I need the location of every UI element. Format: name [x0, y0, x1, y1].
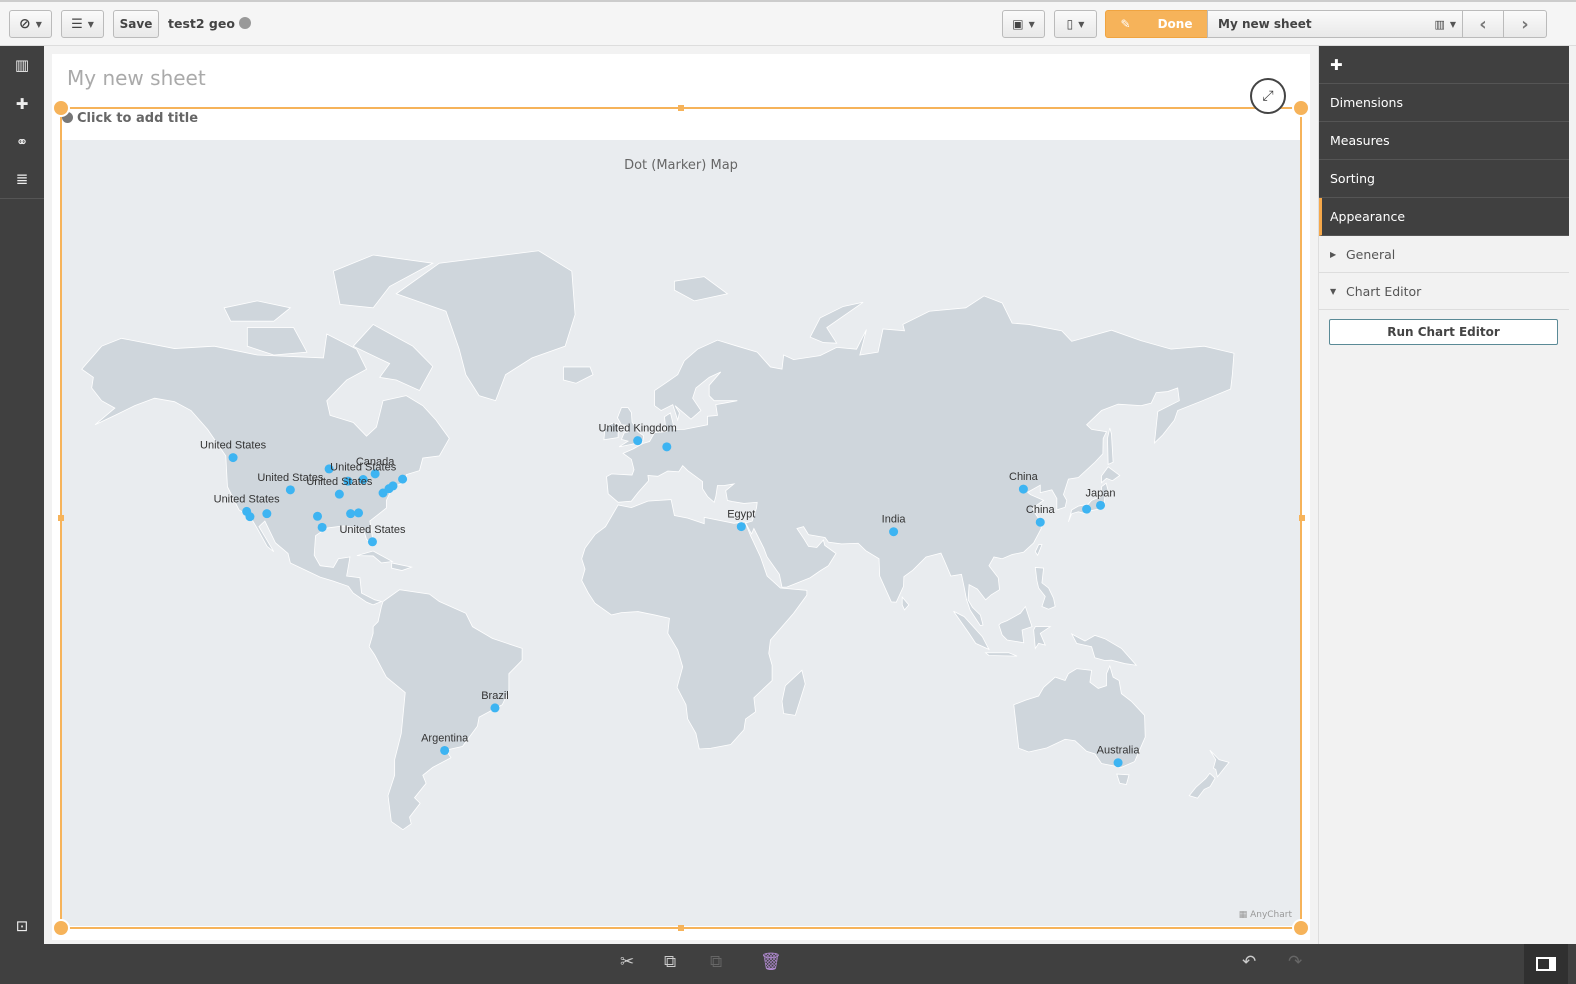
resize-handle-left[interactable] — [58, 515, 64, 521]
chevron-left-icon: ‹ — [1479, 13, 1487, 35]
bottom-toolbar — [0, 944, 1576, 984]
bookmark-button[interactable]: ▯ ▼ — [1054, 10, 1097, 38]
resize-handle-top-right[interactable] — [1292, 99, 1310, 117]
link-icon[interactable]: ⚭ — [10, 130, 34, 154]
chevron-down-icon: ▼ — [1028, 19, 1035, 29]
resize-handle-right[interactable] — [1299, 515, 1305, 521]
section-label: Chart Editor — [1346, 284, 1422, 299]
panel-item-appearance[interactable]: Appearance — [1319, 198, 1569, 236]
chevron-down-icon: ▼ — [35, 19, 42, 29]
resize-handle-top-left[interactable] — [52, 99, 70, 117]
resize-handle-bottom[interactable] — [678, 925, 684, 931]
run-chart-editor-button[interactable]: Run Chart Editor — [1329, 319, 1558, 345]
section-chart-editor[interactable]: ▼ Chart Editor — [1319, 273, 1569, 310]
caret-down-icon: ▼ — [1330, 287, 1337, 296]
presentation-icon: ▣ — [1012, 17, 1024, 31]
asset-sidebar: ▥ ✚ ⚭ ≣ ⊡ — [0, 46, 44, 944]
done-label: Done — [1157, 17, 1193, 31]
toggle-panel-button[interactable] — [1524, 944, 1568, 984]
panel-item-sorting[interactable]: Sorting — [1319, 160, 1569, 198]
chevron-down-icon: ▼ — [87, 19, 94, 29]
bookmark-icon: ▯ — [1066, 17, 1074, 31]
expand-icon: ⤢ — [1262, 88, 1274, 104]
section-general[interactable]: ▶ General — [1319, 236, 1569, 273]
current-sheet-name: My new sheet — [1218, 17, 1312, 31]
charts-icon[interactable]: ▥ — [10, 53, 34, 77]
navigation-menu-button[interactable]: ⊘ ▼ — [9, 10, 52, 38]
redo-icon[interactable]: ↷ — [1288, 952, 1302, 972]
paste-icon[interactable]: ⧉ — [710, 952, 722, 972]
panel-item-dimensions[interactable]: Dimensions — [1319, 84, 1569, 122]
next-sheet-button[interactable]: › — [1503, 10, 1547, 38]
chevron-down-icon: ▼ — [1078, 19, 1085, 29]
app-name: test2 geo — [168, 16, 252, 31]
chevron-down-icon: ▼ — [1449, 19, 1456, 29]
variable-icon[interactable]: ⊡ — [10, 914, 34, 938]
save-button[interactable]: Save — [113, 10, 159, 38]
sheet-icon: ▥ — [1434, 17, 1445, 31]
undo-icon[interactable]: ↶ — [1242, 952, 1256, 972]
panel-icon — [1536, 957, 1556, 971]
selection-frame — [60, 107, 1302, 929]
app-title: test2 geo — [168, 16, 235, 31]
sheet-selector[interactable]: My new sheet ▥ ▼ — [1207, 10, 1463, 38]
cut-icon[interactable]: ✂ — [620, 952, 634, 972]
global-menu-button[interactable]: ☰ ▼ — [61, 10, 104, 38]
properties-panel: ✚ Dimensions Measures Sorting Appearance… — [1318, 46, 1569, 944]
expand-button[interactable]: ⤢ — [1250, 78, 1286, 114]
puzzle-icon: ✚ — [1330, 56, 1343, 74]
resize-handle-bottom-right[interactable] — [1292, 919, 1310, 937]
sheet-title[interactable]: My new sheet — [67, 66, 206, 90]
database-icon[interactable]: ≣ — [10, 167, 34, 191]
resize-handle-top[interactable] — [678, 105, 684, 111]
puzzle-icon[interactable]: ✚ — [10, 92, 34, 116]
panel-item-measures[interactable]: Measures — [1319, 122, 1569, 160]
copy-icon[interactable]: ⧉ — [664, 952, 676, 972]
present-button[interactable]: ▣ ▼ — [1002, 10, 1045, 38]
done-editing-button[interactable]: ✎ Done — [1105, 10, 1208, 38]
previous-sheet-button[interactable]: ‹ — [1462, 10, 1504, 38]
delete-icon[interactable]: 🗑 — [760, 952, 782, 972]
resize-handle-bottom-left[interactable] — [52, 919, 70, 937]
caret-right-icon: ▶ — [1330, 250, 1337, 259]
section-label: General — [1346, 247, 1396, 262]
compass-icon: ⊘ — [19, 16, 31, 32]
chevron-right-icon: › — [1521, 13, 1529, 35]
list-icon: ☰ — [71, 16, 83, 32]
extension-header: ✚ — [1319, 46, 1569, 84]
globe-icon — [239, 17, 252, 29]
pencil-icon: ✎ — [1120, 17, 1131, 31]
